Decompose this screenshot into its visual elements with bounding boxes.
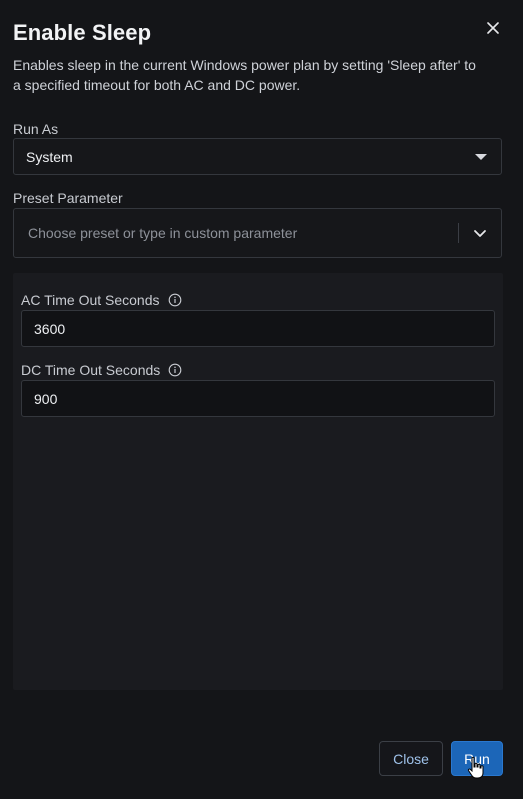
dialog-description: Enables sleep in the current Windows pow… [13,57,476,93]
select-divider [458,223,459,243]
close-button[interactable]: Close [379,741,443,776]
caret-down-icon [475,154,487,160]
enable-sleep-dialog: Enable Sleep Enables sleep in the curren… [0,0,523,799]
ac-timeout-label-text: AC Time Out Seconds [21,292,160,308]
info-icon[interactable] [168,293,182,307]
run-as-value: System [26,149,73,165]
preset-parameter-select[interactable]: Choose preset or type in custom paramete… [13,208,502,258]
chevron-down-icon[interactable] [471,224,489,242]
run-as-select[interactable]: System [13,138,502,175]
parameters-panel: AC Time Out Seconds DC Time Out Seconds [13,273,503,690]
dc-timeout-input[interactable] [21,380,495,417]
close-icon[interactable] [483,18,503,38]
ac-timeout-label: AC Time Out Seconds [21,292,182,308]
dc-timeout-label-text: DC Time Out Seconds [21,362,161,378]
preset-parameter-placeholder: Choose preset or type in custom paramete… [28,225,298,241]
run-as-label: Run As [13,121,59,137]
dc-timeout-label: DC Time Out Seconds [21,362,182,378]
ac-timeout-input[interactable] [21,310,495,347]
preset-parameter-label: Preset Parameter [13,190,123,206]
run-button[interactable]: Run [451,741,503,776]
info-icon[interactable] [168,363,182,377]
dialog-title: Enable Sleep [13,20,152,45]
